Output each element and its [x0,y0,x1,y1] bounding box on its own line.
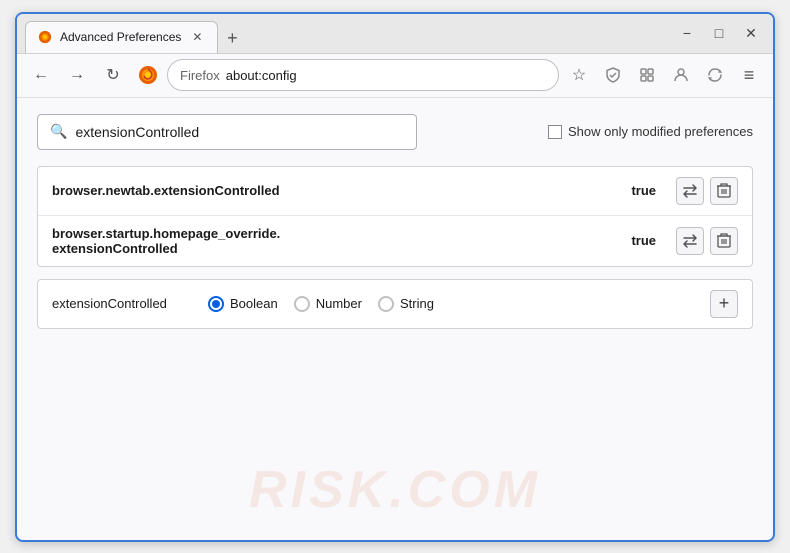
window-controls: − □ ✕ [673,19,765,47]
pref-name-1: browser.newtab.extensionControlled [52,183,619,198]
profile-icon-button[interactable] [665,59,697,91]
tab-favicon-icon [38,30,52,44]
boolean-label: Boolean [230,296,278,311]
bookmark-icon-button[interactable]: ☆ [563,59,595,91]
content-area: RISK.COM 🔍 Show only modified preference… [17,98,773,540]
sync-arrows-icon [706,66,724,84]
sync-icon-button[interactable] [699,59,731,91]
close-button[interactable]: ✕ [737,19,765,47]
pref-name-2-line2: extensionControlled [52,241,619,256]
search-container: 🔍 Show only modified preferences [37,114,753,150]
tab-area: Advanced Preferences ✕ + [25,14,661,53]
trash-icon-2 [717,233,731,249]
row-actions-1 [676,177,738,205]
show-modified-container: Show only modified preferences [548,124,753,139]
boolean-radio-circle [208,296,224,312]
pref-name-2-line1: browser.startup.homepage_override. [52,226,619,241]
extension-puzzle-icon-button[interactable] [631,59,663,91]
minimize-button[interactable]: − [673,19,701,47]
pref-value-1: true [631,183,656,198]
add-preference-button[interactable]: + [710,290,738,318]
delete-button-1[interactable] [710,177,738,205]
person-icon [672,66,690,84]
type-radio-group: Boolean Number String [208,296,434,312]
watermark: RISK.COM [249,460,541,520]
pocket-icon-button[interactable] [597,59,629,91]
table-row: browser.newtab.extensionControlled true [38,167,752,216]
reload-button[interactable]: ↻ [97,59,129,91]
table-row: browser.startup.homepage_override. exten… [38,216,752,266]
browser-name: Firefox [180,68,220,83]
results-table: browser.newtab.extensionControlled true [37,166,753,267]
search-box[interactable]: 🔍 [37,114,417,150]
tab-close-button[interactable]: ✕ [189,29,205,45]
back-button[interactable]: ← [25,59,57,91]
search-input[interactable] [75,124,404,140]
add-preference-row: extensionControlled Boolean Number Strin… [37,279,753,329]
add-pref-name: extensionControlled [52,296,192,311]
tab-title: Advanced Preferences [60,30,181,44]
browser-window: Advanced Preferences ✕ + − □ ✕ ← → ↻ Fir… [15,12,775,542]
nav-bar: ← → ↻ Firefox about:config ☆ [17,54,773,98]
pref-name-2: browser.startup.homepage_override. exten… [52,226,619,256]
delete-button-2[interactable] [710,227,738,255]
pocket-shield-icon [604,66,622,84]
toggle-button-2[interactable] [676,227,704,255]
boolean-radio-option[interactable]: Boolean [208,296,278,312]
toggle-button-1[interactable] [676,177,704,205]
row-actions-2 [676,227,738,255]
menu-button[interactable]: ≡ [733,59,765,91]
arrows-swap-icon-2 [682,233,698,249]
arrows-swap-icon [682,183,698,199]
new-tab-button[interactable]: + [218,25,246,53]
number-label: Number [316,296,362,311]
address-url: about:config [226,68,297,83]
number-radio-option[interactable]: Number [294,296,362,312]
address-bar[interactable]: Firefox about:config [167,59,559,91]
string-radio-circle [378,296,394,312]
search-icon: 🔍 [50,123,67,140]
active-tab[interactable]: Advanced Preferences ✕ [25,21,218,53]
puzzle-icon [638,66,656,84]
show-modified-checkbox[interactable] [548,125,562,139]
string-radio-option[interactable]: String [378,296,434,312]
pref-value-2: true [631,233,656,248]
maximize-button[interactable]: □ [705,19,733,47]
trash-icon [717,183,731,199]
firefox-logo-icon [137,64,159,86]
number-radio-circle [294,296,310,312]
string-label: String [400,296,434,311]
nav-icons: ☆ [563,59,765,91]
forward-button[interactable]: → [61,59,93,91]
title-bar: Advanced Preferences ✕ + − □ ✕ [17,14,773,54]
show-modified-label: Show only modified preferences [568,124,753,139]
